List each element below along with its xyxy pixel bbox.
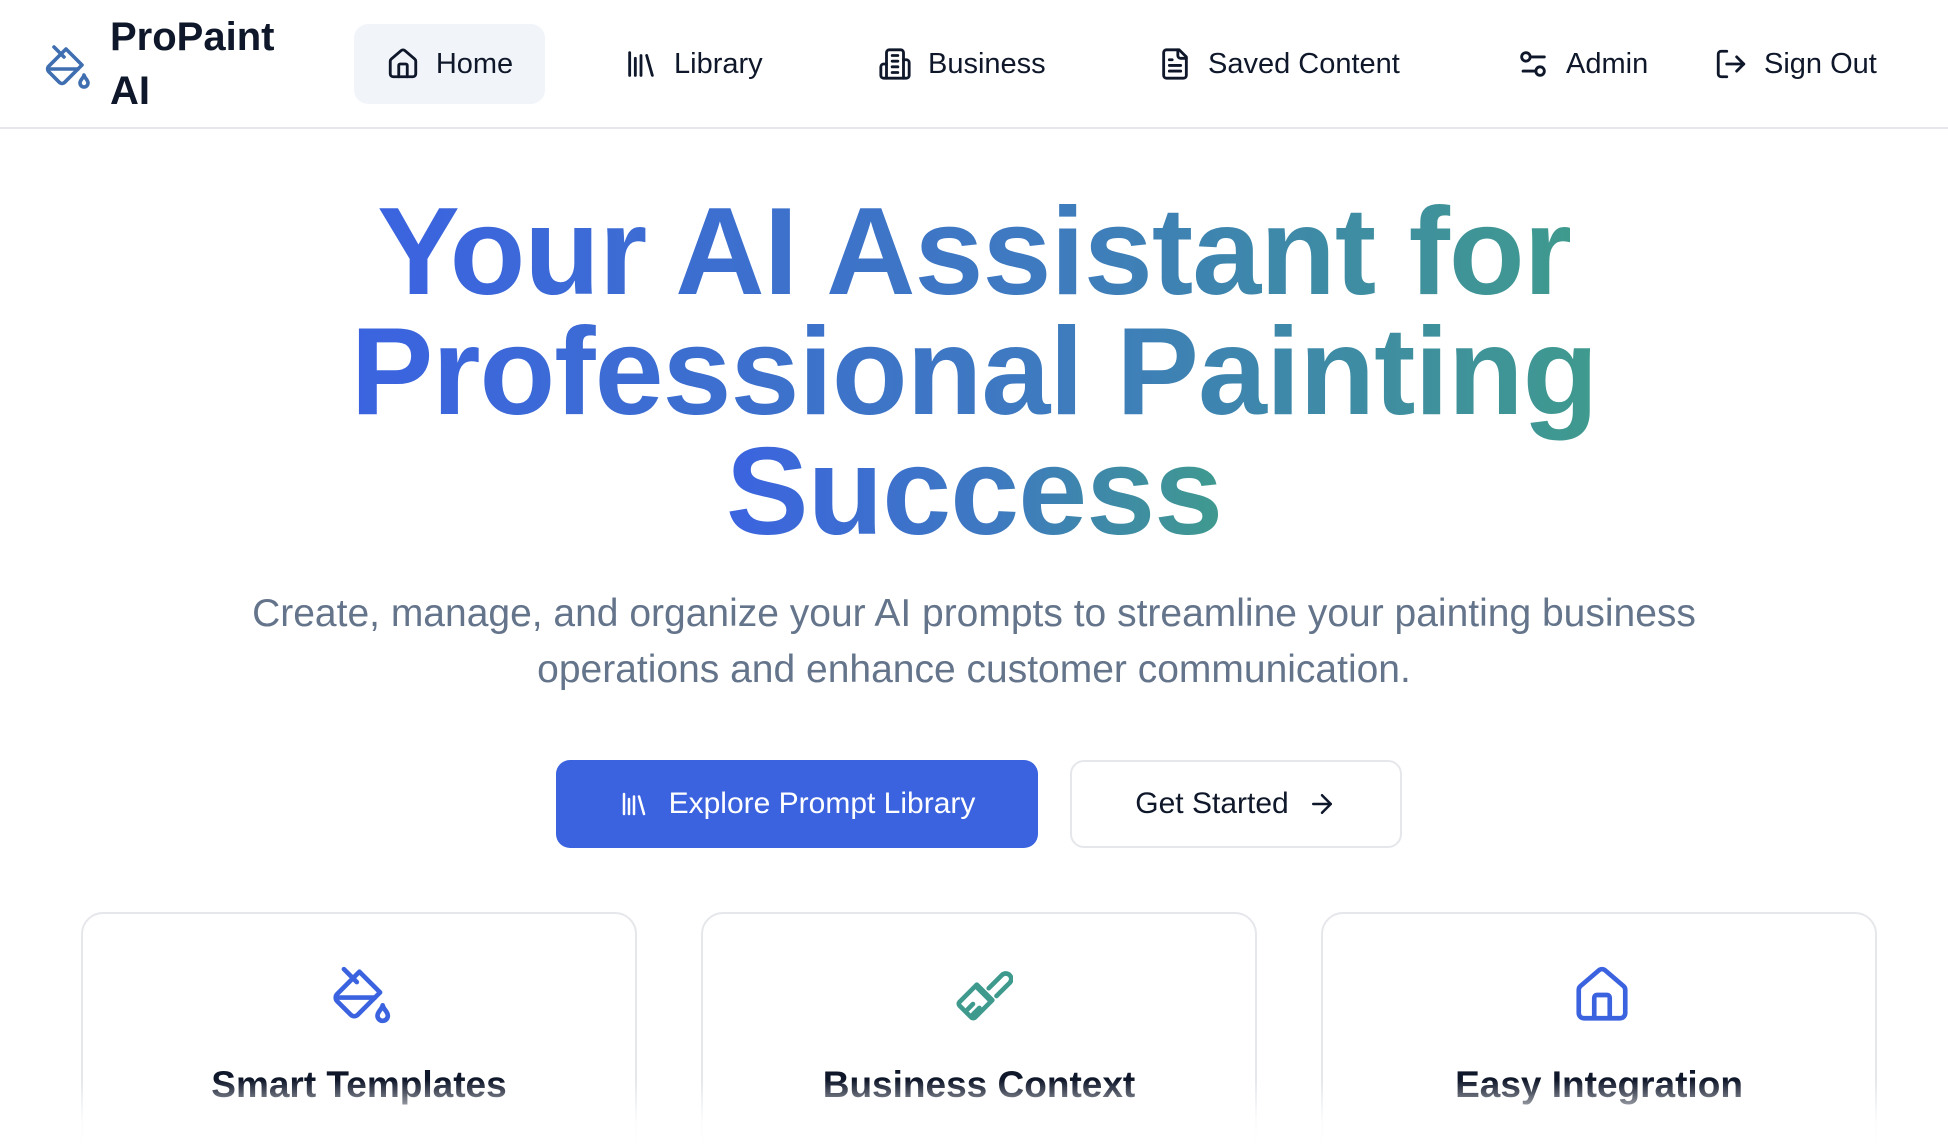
nav-business-label: Business: [928, 47, 1046, 80]
settings-sliders-icon: [1520, 51, 1546, 77]
hero-title-line-1: Your AI Assistant for: [377, 183, 1572, 321]
nav-saved-content-label: Saved Content: [1208, 47, 1400, 80]
brand-logo[interactable]: ProPaint AI: [44, 10, 300, 118]
nav-sign-out-label: Sign Out: [1764, 47, 1877, 80]
hero-title-line-3: Success: [725, 423, 1223, 561]
top-navigation-bar: ProPaint AI Home Library Business Saved …: [0, 0, 1948, 129]
nav-home[interactable]: Home: [354, 24, 545, 104]
nav-home-label: Home: [435, 47, 514, 80]
nav-admin[interactable]: Admin: [1516, 24, 1648, 104]
home-icon: [1576, 966, 1628, 1021]
nav-sign-out[interactable]: Sign Out: [1714, 24, 1877, 104]
nav-business[interactable]: Business: [878, 24, 1046, 104]
hero-title: Your AI Assistant for Professional Paint…: [0, 190, 1948, 554]
paint-bucket-icon: [333, 966, 391, 1024]
nav-library-label: Library: [674, 47, 763, 80]
bottom-fade-overlay: [0, 1080, 1948, 1144]
paint-bucket-icon: [45, 45, 90, 89]
hero-subtitle: Create, manage, and organize your AI pro…: [252, 592, 1696, 691]
document-icon: [1162, 48, 1188, 80]
sign-out-icon: [1716, 49, 1746, 79]
library-icon: [622, 792, 645, 816]
nav-library[interactable]: Library: [624, 24, 763, 104]
explore-prompt-library-label: Explore Prompt Library: [668, 787, 976, 820]
building-icon: [879, 48, 911, 80]
home-icon: [388, 48, 417, 79]
paintbrush-icon: [956, 971, 1013, 1021]
nav-admin-label: Admin: [1566, 47, 1649, 80]
library-icon: [628, 51, 654, 77]
brand-name: ProPaint AI: [110, 15, 275, 113]
get-started-label: Get Started: [1135, 787, 1289, 820]
hero-title-line-2: Professional Painting: [350, 303, 1599, 441]
get-started-button[interactable]: Get Started: [1070, 760, 1402, 848]
arrow-right-icon: [1311, 794, 1332, 814]
nav-saved-content[interactable]: Saved Content: [1158, 24, 1400, 104]
explore-prompt-library-button[interactable]: Explore Prompt Library: [556, 760, 1038, 848]
